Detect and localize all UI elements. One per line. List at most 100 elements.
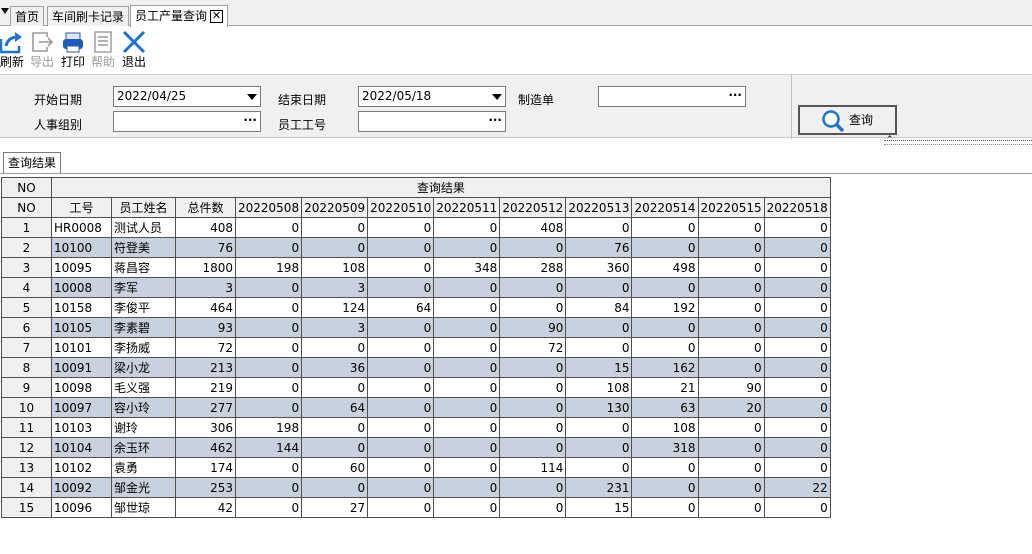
daily-count-cell[interactable]: 114 <box>499 457 567 478</box>
daily-count-cell[interactable]: 0 <box>367 497 435 518</box>
daily-count-cell[interactable]: 0 <box>433 417 501 438</box>
employee-no-cell[interactable]: 10158 <box>51 297 112 318</box>
refresh-button[interactable]: 刷新 <box>0 27 24 71</box>
employee-name-cell[interactable]: 邹世琼 <box>111 497 176 518</box>
row-number[interactable]: 8 <box>1 357 52 378</box>
daily-count-cell[interactable]: 64 <box>367 297 435 318</box>
total-count-cell[interactable]: 93 <box>175 317 236 338</box>
row-number[interactable]: 6 <box>1 317 52 338</box>
daily-count-cell[interactable]: 0 <box>234 457 303 478</box>
order-field[interactable]: ··· <box>598 86 746 107</box>
daily-count-cell[interactable]: 0 <box>301 377 369 398</box>
total-count-cell[interactable]: 174 <box>175 457 236 478</box>
daily-count-cell[interactable]: 0 <box>631 337 699 358</box>
daily-count-cell[interactable]: 0 <box>499 397 567 418</box>
daily-count-cell[interactable]: 0 <box>631 317 699 338</box>
group-field[interactable]: ··· <box>113 111 261 132</box>
total-count-cell[interactable]: 464 <box>175 297 236 318</box>
daily-count-cell[interactable]: 15 <box>565 357 633 378</box>
employee-name-cell[interactable]: 谢玲 <box>111 417 176 438</box>
daily-count-cell[interactable]: 0 <box>763 217 831 238</box>
daily-count-cell[interactable]: 198 <box>234 257 303 278</box>
daily-count-cell[interactable]: 0 <box>499 297 567 318</box>
daily-count-cell[interactable]: 0 <box>499 357 567 378</box>
daily-count-cell[interactable]: 0 <box>763 237 831 258</box>
daily-count-cell[interactable]: 0 <box>499 477 567 498</box>
column-header[interactable]: 20220508 <box>234 197 303 218</box>
total-count-cell[interactable]: 219 <box>175 377 236 398</box>
exit-button[interactable]: 退出 <box>120 27 148 71</box>
daily-count-cell[interactable]: 0 <box>631 237 699 258</box>
daily-count-cell[interactable]: 318 <box>631 437 699 458</box>
daily-count-cell[interactable]: 0 <box>499 417 567 438</box>
start-date-picker[interactable]: 2022/04/25 <box>113 86 261 107</box>
chevron-down-icon[interactable] <box>247 94 257 100</box>
help-button[interactable]: 帮助 <box>89 27 117 71</box>
daily-count-cell[interactable]: 0 <box>367 437 435 458</box>
table-row[interactable]: 15 10096 邹世琼 42 0 27 0 0 0 15 0 0 0 <box>1 497 831 518</box>
table-row[interactable]: 8 10091 梁小龙 213 0 36 0 0 0 15 162 0 0 <box>1 357 831 378</box>
daily-count-cell[interactable]: 27 <box>301 497 369 518</box>
employee-name-cell[interactable]: 梁小龙 <box>111 357 176 378</box>
daily-count-cell[interactable]: 0 <box>565 457 633 478</box>
panel-splitter[interactable] <box>884 140 1032 145</box>
column-header[interactable]: 20220513 <box>565 197 633 218</box>
employee-no-cell[interactable]: HR0008 <box>51 217 112 238</box>
daily-count-cell[interactable]: 130 <box>565 397 633 418</box>
daily-count-cell[interactable]: 90 <box>499 317 567 338</box>
print-button[interactable]: 打印 <box>59 27 87 71</box>
daily-count-cell[interactable]: 0 <box>433 217 501 238</box>
column-header[interactable]: 20220518 <box>763 197 831 218</box>
row-number[interactable]: 10 <box>1 397 52 418</box>
daily-count-cell[interactable]: 3 <box>301 277 369 298</box>
table-row[interactable]: 12 10104 余玉环 462 144 0 0 0 0 0 318 0 0 <box>1 437 831 458</box>
daily-count-cell[interactable]: 0 <box>697 437 765 458</box>
daily-count-cell[interactable]: 0 <box>433 437 501 458</box>
daily-count-cell[interactable]: 0 <box>234 217 303 238</box>
daily-count-cell[interactable]: 0 <box>697 417 765 438</box>
daily-count-cell[interactable]: 0 <box>433 477 501 498</box>
daily-count-cell[interactable]: 0 <box>763 457 831 478</box>
daily-count-cell[interactable]: 72 <box>499 337 567 358</box>
daily-count-cell[interactable]: 0 <box>433 357 501 378</box>
column-header[interactable]: NO <box>1 197 52 218</box>
column-header[interactable]: 工号 <box>51 197 112 218</box>
daily-count-cell[interactable]: 0 <box>433 297 501 318</box>
daily-count-cell[interactable]: 0 <box>367 237 435 258</box>
total-count-cell[interactable]: 408 <box>175 217 236 238</box>
daily-count-cell[interactable]: 0 <box>763 257 831 278</box>
daily-count-cell[interactable]: 162 <box>631 357 699 378</box>
daily-count-cell[interactable]: 0 <box>697 277 765 298</box>
daily-count-cell[interactable]: 0 <box>301 217 369 238</box>
column-header[interactable]: 20220515 <box>697 197 765 218</box>
tab-home[interactable]: 首页 <box>10 6 45 26</box>
daily-count-cell[interactable]: 0 <box>499 437 567 458</box>
daily-count-cell[interactable]: 0 <box>763 397 831 418</box>
total-count-cell[interactable]: 42 <box>175 497 236 518</box>
daily-count-cell[interactable]: 0 <box>763 417 831 438</box>
tab-workshop-card-records[interactable]: 车间刷卡记录 <box>47 6 130 26</box>
daily-count-cell[interactable]: 0 <box>763 497 831 518</box>
daily-count-cell[interactable]: 0 <box>565 437 633 458</box>
total-count-cell[interactable]: 277 <box>175 397 236 418</box>
total-count-cell[interactable]: 76 <box>175 237 236 258</box>
daily-count-cell[interactable]: 0 <box>234 317 303 338</box>
table-row[interactable]: 10 10097 容小玲 277 0 64 0 0 0 130 63 20 0 <box>1 397 831 418</box>
daily-count-cell[interactable]: 0 <box>367 477 435 498</box>
daily-count-cell[interactable]: 498 <box>631 257 699 278</box>
daily-count-cell[interactable]: 0 <box>234 377 303 398</box>
daily-count-cell[interactable]: 108 <box>565 377 633 398</box>
row-number[interactable]: 7 <box>1 337 52 358</box>
employee-name-cell[interactable]: 毛义强 <box>111 377 176 398</box>
table-row[interactable]: 14 10092 邹金光 253 0 0 0 0 0 231 0 0 22 <box>1 477 831 498</box>
column-header[interactable]: 20220511 <box>433 197 501 218</box>
tab-list-dropdown-icon[interactable] <box>1 8 9 14</box>
daily-count-cell[interactable]: 0 <box>763 437 831 458</box>
ellipsis-browse-icon[interactable]: ··· <box>728 86 742 105</box>
daily-count-cell[interactable]: 0 <box>367 277 435 298</box>
tab-query-results[interactable]: 查询结果 <box>3 152 62 174</box>
daily-count-cell[interactable]: 0 <box>433 337 501 358</box>
row-number[interactable]: 11 <box>1 417 52 438</box>
row-number[interactable]: 5 <box>1 297 52 318</box>
employee-name-cell[interactable]: 余玉环 <box>111 437 176 458</box>
